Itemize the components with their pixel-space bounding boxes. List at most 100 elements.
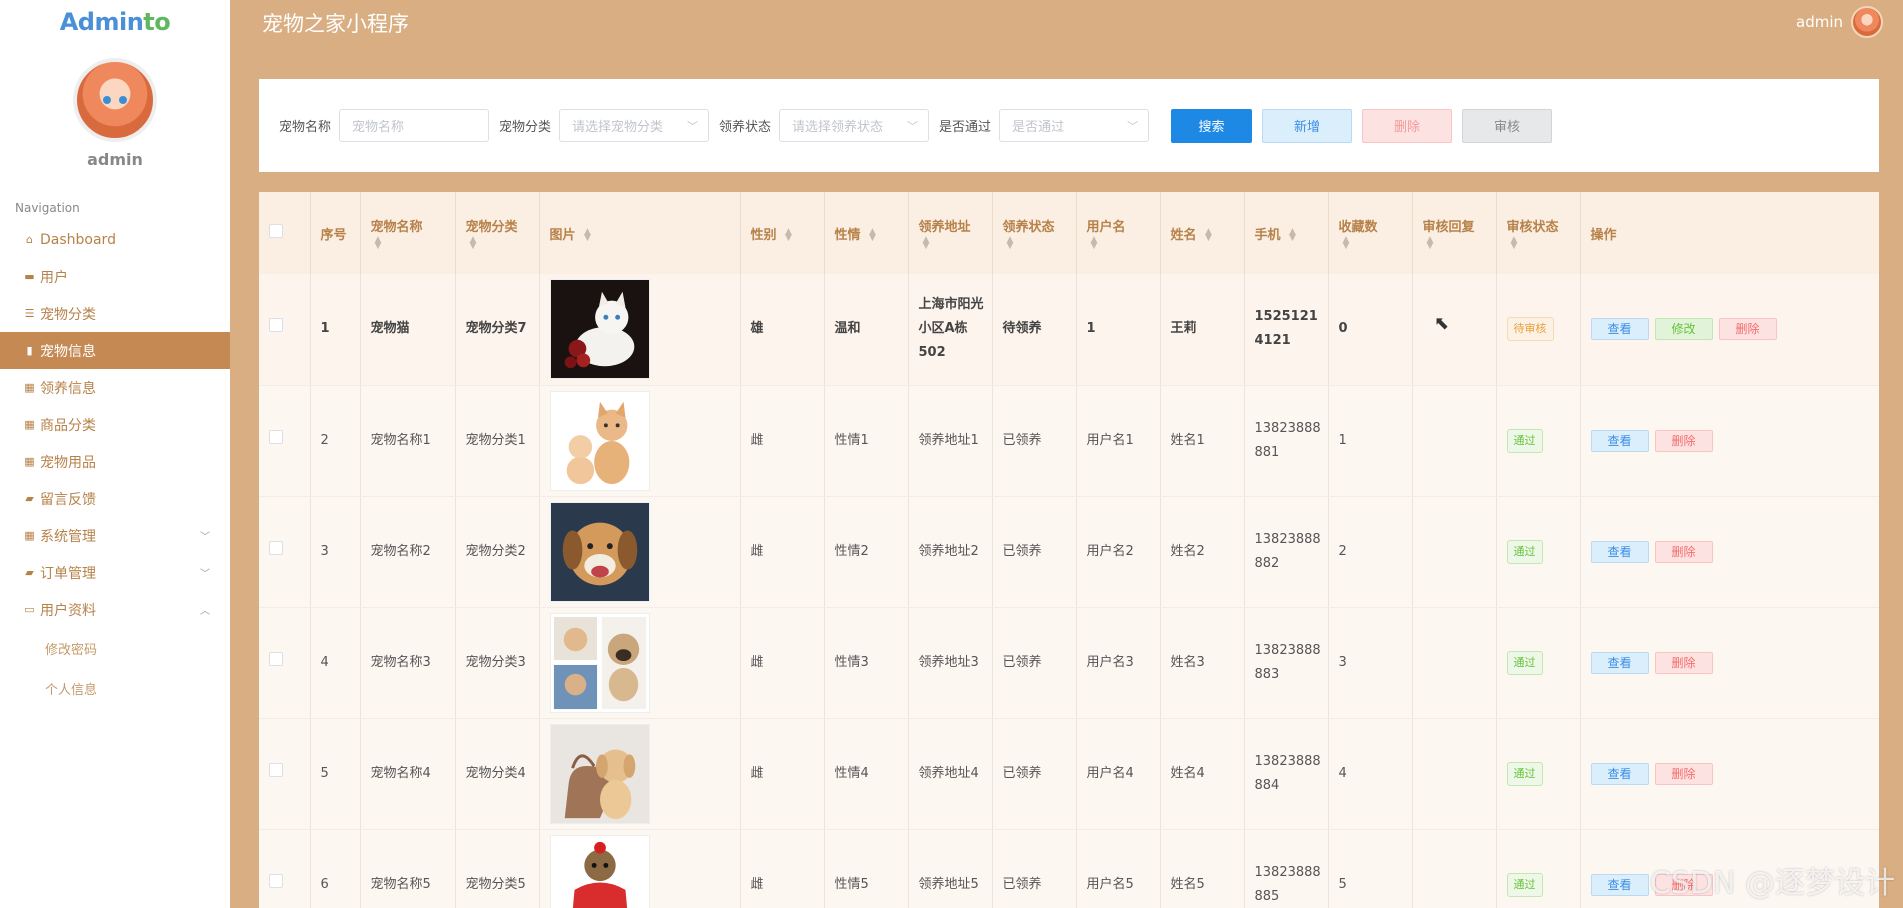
delete-row-button[interactable]: 删除 bbox=[1654, 429, 1713, 452]
col-header-label: 审核状态 bbox=[1506, 220, 1559, 235]
avatar[interactable] bbox=[1851, 6, 1883, 38]
col-header-address[interactable]: 领养地址 ▲ ▼ bbox=[908, 192, 993, 274]
status-badge: 通过 bbox=[1506, 650, 1543, 675]
table-row[interactable]: 1 宠物猫 宠物分类7 雄 温和 上海市阳光小区A栋502 待领养 1 王莉 1… bbox=[259, 274, 1879, 386]
sidebar-item-feedback[interactable]: ▰ 留言反馈 bbox=[0, 480, 230, 517]
pet-image-yorkie[interactable] bbox=[549, 834, 650, 908]
delete-row-button[interactable]: 删除 bbox=[1718, 318, 1777, 341]
sidebar-item-goods-category[interactable]: ▦ 商品分类 bbox=[0, 406, 230, 443]
view-button[interactable]: 查看 bbox=[1590, 540, 1649, 563]
table-row[interactable]: 3 宠物名称2 宠物分类2 雌 性情2 领养地址2 已领养 用户名2 姓名2 1… bbox=[259, 496, 1879, 608]
cell-favorites: 1 bbox=[1328, 385, 1413, 497]
sidebar-item-pet-supplies[interactable]: ▦ 宠物用品 bbox=[0, 443, 230, 480]
table-row[interactable]: 4 宠物名称3 宠物分类3 雌 性情3 领养地址3 已领养 用户名3 姓名3 1… bbox=[259, 607, 1879, 719]
sidebar-item-orders[interactable]: ▰ 订单管理 ﹀ bbox=[0, 554, 230, 591]
col-header-temper[interactable]: 性情 ▲ ▼ bbox=[824, 192, 909, 274]
sort-icon[interactable]: ▲ ▼ bbox=[1427, 235, 1434, 250]
cell-no: 5 bbox=[310, 718, 361, 830]
list-icon: ☰ bbox=[24, 307, 35, 320]
pet-image-kittens[interactable] bbox=[549, 390, 650, 491]
pet-image-puppy[interactable] bbox=[549, 501, 650, 602]
table-row[interactable]: 6 宠物名称5 宠物分类5 雌 性情5 领养地址5 已领养 用户名5 姓名5 1… bbox=[259, 829, 1879, 908]
row-checkbox[interactable] bbox=[269, 318, 283, 333]
sidebar-item-dashboard[interactable]: ⌂ Dashboard bbox=[0, 221, 230, 258]
col-header-label: 用户名 bbox=[1086, 220, 1126, 235]
sidebar-item-adoption-info[interactable]: ▦ 领养信息 bbox=[0, 369, 230, 406]
chevron-down-icon: ﹀ bbox=[200, 569, 210, 580]
cell-no: 4 bbox=[310, 607, 361, 719]
cell-category: 宠物分类7 bbox=[455, 274, 540, 386]
sort-icon[interactable]: ▲ ▼ bbox=[1205, 228, 1212, 243]
col-header-phone[interactable]: 手机 ▲ ▼ bbox=[1244, 192, 1329, 274]
sidebar-item-label: 用户资料 bbox=[40, 602, 96, 619]
delete-button[interactable]: 删除 bbox=[1362, 108, 1453, 143]
col-header-audit-status[interactable]: 审核状态 ▲ ▼ bbox=[1496, 192, 1581, 274]
select-all-checkbox[interactable] bbox=[269, 224, 283, 238]
print-icon: ▰ bbox=[25, 566, 34, 579]
row-checkbox[interactable] bbox=[269, 429, 283, 444]
add-button[interactable]: 新增 bbox=[1262, 108, 1353, 143]
sort-icon[interactable]: ▲ ▼ bbox=[1343, 235, 1350, 250]
col-header-reply[interactable]: 审核回复 ▲ ▼ bbox=[1412, 192, 1497, 274]
cell-actions: 查看 删除 bbox=[1580, 607, 1879, 719]
sort-icon[interactable]: ▲ ▼ bbox=[1007, 235, 1014, 250]
category-select[interactable]: 请选择宠物分类 ﹀ bbox=[559, 109, 710, 142]
delete-row-button[interactable]: 删除 bbox=[1654, 762, 1713, 785]
header-user[interactable]: admin bbox=[1796, 6, 1883, 38]
view-button[interactable]: 查看 bbox=[1590, 429, 1649, 452]
audit-button[interactable]: 审核 bbox=[1462, 108, 1553, 143]
sidebar-item-pet-category[interactable]: ☰ 宠物分类 bbox=[0, 295, 230, 332]
sort-icon[interactable]: ▲ ▼ bbox=[785, 228, 792, 243]
sidebar-item-profile[interactable]: ▭ 用户资料 ︿ bbox=[0, 591, 230, 628]
row-checkbox[interactable] bbox=[269, 651, 283, 666]
pet-image-collage[interactable] bbox=[549, 612, 650, 713]
col-header-image[interactable]: 图片 ▲ ▼ bbox=[539, 192, 741, 274]
pet-image-cat[interactable] bbox=[549, 279, 650, 380]
search-button[interactable]: 搜索 bbox=[1171, 108, 1253, 143]
col-header-gender[interactable]: 性别 ▲ ▼ bbox=[740, 192, 825, 274]
view-button[interactable]: 查看 bbox=[1590, 651, 1649, 674]
sort-icon[interactable]: ▲ ▼ bbox=[1289, 228, 1296, 243]
sort-icon[interactable]: ▲ ▼ bbox=[375, 235, 382, 250]
col-header-no[interactable]: 序号 bbox=[310, 192, 361, 274]
row-checkbox[interactable] bbox=[269, 873, 283, 888]
sidebar-subitem-personal-info[interactable]: 个人信息 bbox=[0, 668, 230, 708]
view-button[interactable]: 查看 bbox=[1590, 762, 1649, 785]
adopt-status-select[interactable]: 请选择领养状态 ﹀ bbox=[779, 109, 930, 142]
table-row[interactable]: 5 宠物名称4 宠物分类4 雌 性情4 领养地址4 已领养 用户名4 姓名4 1… bbox=[259, 718, 1879, 830]
select-all-header bbox=[259, 192, 311, 274]
pet-name-input[interactable]: 宠物名称 bbox=[339, 109, 490, 142]
delete-row-button[interactable]: 删除 bbox=[1654, 651, 1713, 674]
edit-button[interactable]: 修改 bbox=[1654, 318, 1713, 341]
row-checkbox[interactable] bbox=[269, 540, 283, 555]
pet-image-dog-bag[interactable] bbox=[549, 723, 650, 824]
view-button[interactable]: 查看 bbox=[1590, 873, 1649, 896]
sort-icon[interactable]: ▲ ▼ bbox=[869, 228, 876, 243]
col-header-category[interactable]: 宠物分类 ▲ ▼ bbox=[455, 192, 540, 274]
col-header-name[interactable]: 宠物名称 ▲ ▼ bbox=[360, 192, 456, 274]
col-header-favorites[interactable]: 收藏数 ▲ ▼ bbox=[1328, 192, 1413, 274]
cell-no: 6 bbox=[310, 829, 361, 908]
sort-icon[interactable]: ▲ ▼ bbox=[470, 235, 477, 250]
table-row[interactable]: 2 宠物名称1 宠物分类1 雌 性情1 领养地址1 已领养 用户名1 姓名1 1… bbox=[259, 385, 1879, 497]
row-checkbox[interactable] bbox=[269, 762, 283, 777]
row-select bbox=[259, 607, 311, 719]
view-button[interactable]: 查看 bbox=[1590, 318, 1649, 341]
col-header-realname[interactable]: 姓名 ▲ ▼ bbox=[1160, 192, 1245, 274]
sort-icon[interactable]: ▲ ▼ bbox=[923, 235, 930, 250]
sidebar-item-users[interactable]: ▬ 用户 bbox=[0, 258, 230, 295]
col-header-username[interactable]: 用户名 ▲ ▼ bbox=[1076, 192, 1161, 274]
brand-logo[interactable]: Adminto bbox=[0, 0, 230, 46]
sidebar-item-pet-info[interactable]: ▮ 宠物信息 bbox=[0, 332, 230, 369]
cell-name: 宠物名称2 bbox=[360, 496, 456, 608]
sort-icon[interactable]: ▲ ▼ bbox=[1511, 235, 1518, 250]
sort-icon[interactable]: ▲ ▼ bbox=[1091, 235, 1098, 250]
cell-phone: 13823888881 bbox=[1244, 385, 1329, 497]
sidebar-subitem-change-password[interactable]: 修改密码 bbox=[0, 628, 230, 668]
delete-row-button[interactable]: 删除 bbox=[1654, 540, 1713, 563]
sort-icon[interactable]: ▲ ▼ bbox=[584, 228, 591, 243]
avatar[interactable] bbox=[73, 58, 157, 142]
pass-select[interactable]: 是否通过 ﹀ bbox=[999, 109, 1150, 142]
sidebar-item-system[interactable]: ▦ 系统管理 ﹀ bbox=[0, 517, 230, 554]
col-header-adopt-status[interactable]: 领养状态 ▲ ▼ bbox=[992, 192, 1077, 274]
